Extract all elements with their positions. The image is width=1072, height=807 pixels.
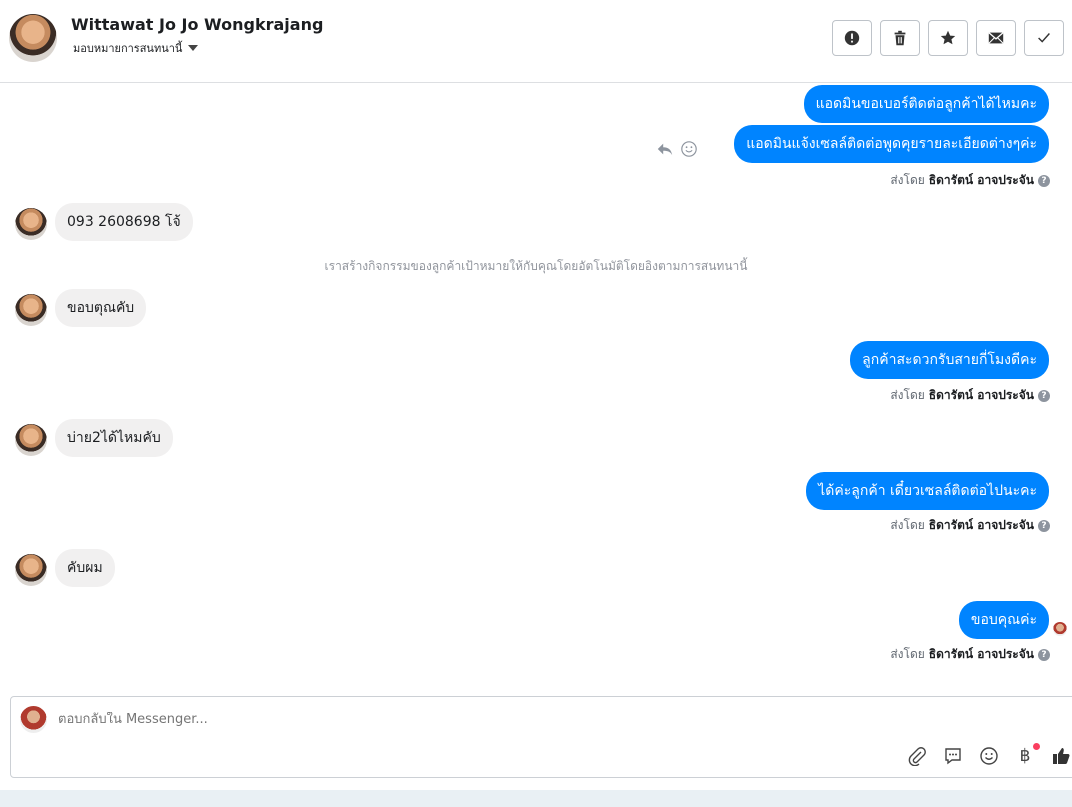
help-icon[interactable]: ? xyxy=(1038,174,1050,187)
star-icon xyxy=(940,30,956,45)
conversation-header: Wittawat Jo Jo Wongkrajang มอบหมายการสนท… xyxy=(0,0,1072,83)
composer-toolbar: ฿ xyxy=(906,743,1072,767)
page-avatar xyxy=(20,706,47,733)
help-icon[interactable]: ? xyxy=(1038,648,1050,661)
sent-by-name: ธิดารัตน์ อาจประจัน xyxy=(928,518,1034,532)
help-icon[interactable]: ? xyxy=(1038,519,1050,532)
contact-name[interactable]: Wittawat Jo Jo Wongkrajang xyxy=(71,15,323,34)
attachment-icon xyxy=(908,747,926,766)
delete-button[interactable] xyxy=(880,20,920,56)
sent-by-name: ธิดารัตน์ อาจประจัน xyxy=(928,647,1034,661)
system-note: เราสร้างกิจกรรมของลูกค้าเป้าหมายให้กับคุ… xyxy=(324,259,748,273)
mark-done-button[interactable] xyxy=(1024,20,1064,56)
sent-by-line: ส่งโดย ธิดารัตน์ อาจประจัน ? xyxy=(890,516,1050,535)
message-thread[interactable]: แอดมินขอเบอร์ติดต่อลูกค้าได้ไหมคะ แอดมิน… xyxy=(0,84,1072,694)
sent-by-name: ธิดารัตน์ อาจประจัน xyxy=(928,388,1034,402)
notification-dot xyxy=(1033,743,1040,750)
help-icon[interactable]: ? xyxy=(1038,389,1050,402)
sent-by-prefix: ส่งโดย xyxy=(890,647,925,661)
outgoing-message[interactable]: แอดมินแจ้งเซลล์ติดต่อพูดคุยรายละเอียดต่า… xyxy=(734,125,1049,163)
header-actions xyxy=(832,20,1064,56)
outgoing-message[interactable]: ขอบคุณค่ะ xyxy=(958,601,1049,639)
outgoing-message[interactable]: ลูกค้าสะดวกรับสายกี่โมงดีคะ xyxy=(850,341,1049,379)
saved-reply-icon xyxy=(945,748,961,765)
contact-avatar-small xyxy=(15,294,47,326)
incoming-message[interactable]: 093 2608698 โจ้ xyxy=(55,203,193,241)
caret-down-icon xyxy=(188,45,199,51)
reply-icon[interactable] xyxy=(656,140,674,158)
emoji-button[interactable] xyxy=(978,745,1000,767)
like-icon xyxy=(1053,748,1070,764)
outgoing-message[interactable]: แอดมินขอเบอร์ติดต่อลูกค้าได้ไหมคะ xyxy=(803,85,1049,123)
smiley-icon[interactable] xyxy=(680,140,698,158)
star-button[interactable] xyxy=(928,20,968,56)
contact-avatar-small xyxy=(15,208,47,240)
read-receipt-avatar xyxy=(1053,622,1067,636)
mail-icon xyxy=(988,32,1004,44)
contact-avatar-small xyxy=(15,424,47,456)
incoming-message[interactable]: ขอบตุณคับ xyxy=(55,289,147,327)
mark-unread-button[interactable] xyxy=(976,20,1016,56)
attach-button[interactable] xyxy=(906,745,928,767)
contact-avatar[interactable] xyxy=(9,14,57,62)
emoji-icon xyxy=(980,747,998,765)
sent-by-name: ธิดารัตน์ อาจประจัน xyxy=(928,173,1034,187)
contact-avatar-small xyxy=(15,554,47,586)
sent-by-line: ส่งโดย ธิดารัตน์ อาจประจัน ? xyxy=(890,171,1050,190)
sent-by-line: ส่งโดย ธิดารัตน์ อาจประจัน ? xyxy=(890,386,1050,405)
mark-spam-button[interactable] xyxy=(832,20,872,56)
sent-by-prefix: ส่งโดย xyxy=(890,518,925,532)
sent-by-line: ส่งโดย ธิดารัตน์ อาจประจัน ? xyxy=(890,645,1050,664)
footer-band xyxy=(0,790,1072,807)
incoming-message[interactable]: บ่าย2ได้ไหมคับ xyxy=(55,419,173,457)
message-hover-actions xyxy=(656,140,698,158)
saved-replies-button[interactable] xyxy=(942,745,964,767)
reply-input[interactable] xyxy=(58,712,858,727)
alert-icon xyxy=(844,30,860,46)
sent-by-prefix: ส่งโดย xyxy=(890,388,925,402)
sent-by-prefix: ส่งโดย xyxy=(890,173,925,187)
outgoing-message[interactable]: ได้ค่ะลูกค้า เดี๋ยวเซลล์ติดต่อไปนะคะ xyxy=(806,472,1049,510)
reply-composer: ฿ xyxy=(10,696,1072,778)
trash-icon xyxy=(894,30,906,46)
payment-icon: ฿ xyxy=(1019,746,1031,766)
payment-button[interactable]: ฿ xyxy=(1014,743,1040,767)
check-icon xyxy=(1038,33,1050,43)
assign-label: มอบหมายการสนทนานี้ xyxy=(73,42,183,55)
like-button[interactable] xyxy=(1050,745,1072,767)
incoming-message[interactable]: คับผม xyxy=(55,549,115,587)
assign-conversation-dropdown[interactable]: มอบหมายการสนทนานี้ xyxy=(73,39,199,57)
